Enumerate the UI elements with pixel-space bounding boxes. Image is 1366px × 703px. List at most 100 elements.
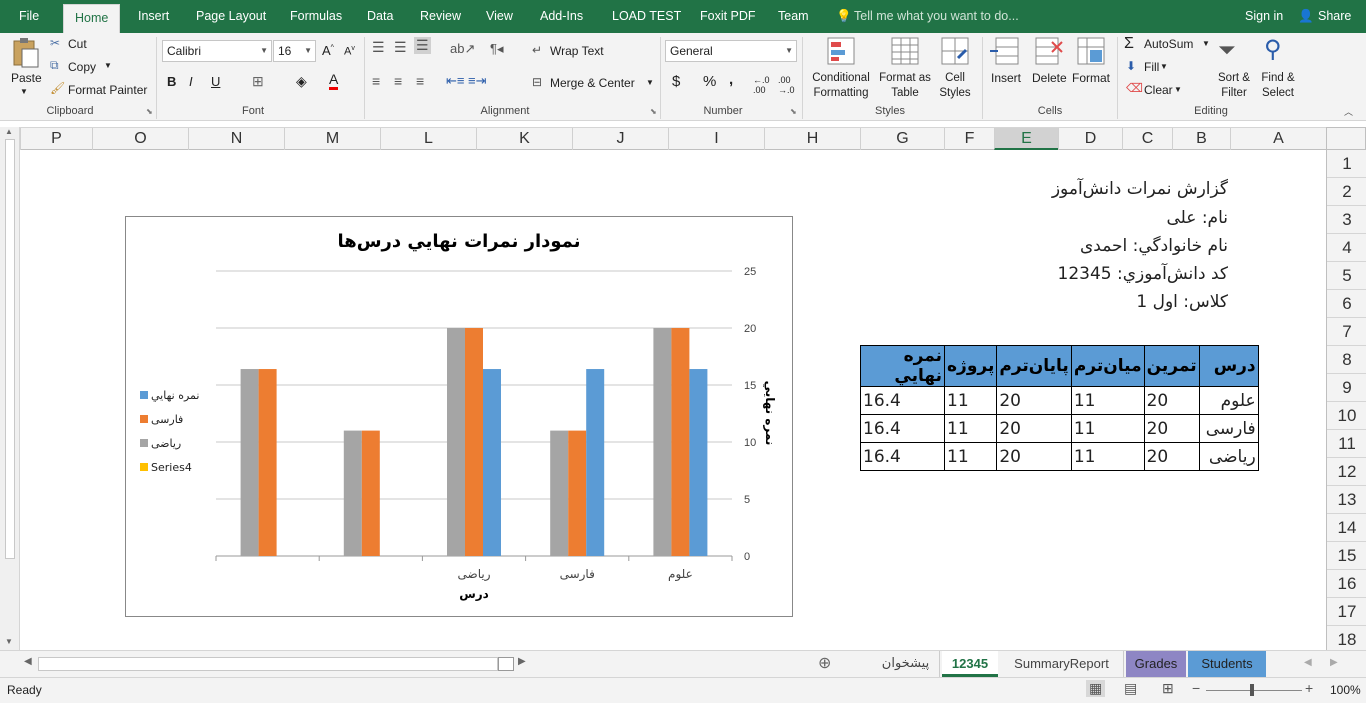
tab-file[interactable]: File xyxy=(19,0,39,33)
column-header[interactable]: G xyxy=(860,128,944,150)
row-header[interactable]: 17 xyxy=(1327,598,1366,626)
row-header[interactable]: 4 xyxy=(1327,234,1366,262)
zoom-slider[interactable] xyxy=(1206,690,1302,691)
table-cell[interactable]: 11 xyxy=(1070,386,1145,415)
dialog-launcher-icon[interactable]: ⬊ xyxy=(650,107,657,116)
merge-center-button[interactable]: Merge & Center xyxy=(550,76,635,90)
table-header-cell[interactable]: تمرين xyxy=(1143,345,1200,387)
select-all-corner[interactable] xyxy=(1326,127,1366,150)
zoom-level[interactable]: 100% xyxy=(1330,683,1361,697)
percent-button[interactable]: % xyxy=(703,73,716,90)
conditional-formatting-button[interactable]: Conditional Formatting xyxy=(808,71,874,101)
tab-load-test[interactable]: LOAD TEST xyxy=(612,0,681,33)
row-header[interactable]: 6 xyxy=(1327,290,1366,318)
table-cell[interactable]: 11 xyxy=(943,442,998,471)
student-code[interactable]: كد دانش‌آموزي: 12345 xyxy=(1058,264,1228,284)
underline-button[interactable]: U xyxy=(211,74,220,89)
column-header[interactable]: N xyxy=(188,128,284,150)
autosum-button[interactable]: AutoSum xyxy=(1144,37,1193,51)
copy-button[interactable]: Copy xyxy=(68,60,96,74)
table-cell[interactable]: فارسی xyxy=(1198,414,1259,443)
decrease-font-icon[interactable]: Av xyxy=(344,45,355,58)
tab-formulas[interactable]: Formulas xyxy=(290,0,342,33)
column-header[interactable]: J xyxy=(572,128,668,150)
table-header-cell[interactable]: درس xyxy=(1198,345,1259,387)
normal-view-icon[interactable]: ▦ xyxy=(1086,680,1106,697)
scroll-left-icon[interactable]: ◀ xyxy=(24,656,32,667)
row-header[interactable]: 8 xyxy=(1327,346,1366,374)
scroll-thumb[interactable] xyxy=(498,657,514,671)
sign-in-link[interactable]: Sign in xyxy=(1245,0,1283,33)
tab-scroll-right-icon[interactable]: ▶ xyxy=(1330,657,1338,668)
chevron-down-icon[interactable]: ▼ xyxy=(646,78,654,87)
tab-add-ins[interactable]: Add-Ins xyxy=(540,0,583,33)
table-header-cell[interactable]: پروژه xyxy=(943,345,998,387)
chevron-down-icon[interactable]: ▼ xyxy=(104,61,112,70)
collapse-ribbon-icon[interactable]: ︿ xyxy=(1344,105,1353,118)
tab-page-layout[interactable]: Page Layout xyxy=(196,0,266,33)
table-header-cell[interactable]: پايان‌ترم xyxy=(996,345,1072,387)
font-size-select[interactable]: 16 ▼ xyxy=(273,40,316,62)
delete-button[interactable]: Delete xyxy=(1032,71,1067,85)
format-button[interactable]: Format xyxy=(1072,71,1110,85)
share-button[interactable]: Share xyxy=(1318,0,1351,33)
clear-button[interactable]: Clear xyxy=(1144,83,1173,97)
format-painter-button[interactable]: Format Painter xyxy=(68,83,147,97)
row-header[interactable]: 7 xyxy=(1327,318,1366,346)
column-header[interactable]: K xyxy=(476,128,572,150)
table-cell[interactable]: 20 xyxy=(996,442,1072,471)
italic-button[interactable]: I xyxy=(189,74,193,89)
tab-foxit-pdf[interactable]: Foxit PDF xyxy=(700,0,756,33)
row-header[interactable]: 11 xyxy=(1327,430,1366,458)
column-header[interactable]: F xyxy=(944,128,994,150)
font-color-icon[interactable]: A xyxy=(329,71,339,90)
table-cell[interactable]: 11 xyxy=(1070,414,1145,443)
bold-button[interactable]: B xyxy=(167,74,176,89)
row-header[interactable]: 1 xyxy=(1327,150,1366,178)
zoom-out-icon[interactable]: − xyxy=(1192,680,1200,696)
increase-indent-icon[interactable]: ≡⇥ xyxy=(468,73,486,89)
cell-styles-button[interactable]: Cell Styles xyxy=(932,71,978,101)
scroll-up-icon[interactable]: ▲ xyxy=(5,127,13,136)
column-header[interactable]: O xyxy=(92,128,188,150)
increase-decimal-icon[interactable]: ←.0.00 xyxy=(753,75,770,95)
table-cell[interactable]: علوم xyxy=(1198,386,1259,415)
scroll-down-icon[interactable]: ▼ xyxy=(5,637,13,646)
vertical-scrollbar[interactable]: ▲ ▼ xyxy=(0,127,20,650)
grades-chart[interactable]: نمودار نمرات نهايي درس‌ها 0 5 10 15 20 25 علوم ف… xyxy=(125,216,793,617)
table-cell[interactable]: 20 xyxy=(1143,442,1200,471)
decrease-decimal-icon[interactable]: .00 →.0 xyxy=(778,75,795,95)
table-cell[interactable]: 20 xyxy=(1143,386,1200,415)
table-cell[interactable]: 16.4 xyxy=(860,414,945,443)
cut-button[interactable]: Cut xyxy=(68,37,87,51)
align-center-icon[interactable]: ≡ xyxy=(394,73,402,89)
currency-button[interactable]: $ xyxy=(672,73,680,90)
borders-icon[interactable]: ⊞ xyxy=(252,73,264,90)
table-cell[interactable]: رياضی xyxy=(1198,442,1259,471)
column-header-selected[interactable]: E xyxy=(994,128,1058,150)
add-sheet-icon[interactable]: ⊕ xyxy=(818,653,831,673)
find-select-button[interactable]: Find & Select xyxy=(1256,71,1300,101)
align-right-icon[interactable]: ≡ xyxy=(416,73,424,89)
sheet-tab[interactable]: Students xyxy=(1188,651,1266,677)
column-header[interactable]: M xyxy=(284,128,380,150)
column-header[interactable]: P xyxy=(20,128,92,150)
tell-me-box[interactable]: Tell me what you want to do... xyxy=(854,0,1019,33)
row-header[interactable]: 12 xyxy=(1327,458,1366,486)
align-left-icon[interactable]: ≡ xyxy=(372,73,380,89)
dialog-launcher-icon[interactable]: ⬊ xyxy=(146,107,153,116)
decrease-indent-icon[interactable]: ⇤≡ xyxy=(446,73,464,89)
tab-insert[interactable]: Insert xyxy=(138,0,169,33)
page-layout-view-icon[interactable]: ▤ xyxy=(1124,680,1137,697)
tab-team[interactable]: Team xyxy=(778,0,809,33)
student-class[interactable]: كلاس: اول 1 xyxy=(1136,292,1228,312)
row-header[interactable]: 2 xyxy=(1327,178,1366,206)
table-cell[interactable]: 11 xyxy=(943,386,998,415)
align-middle-icon[interactable]: ☰ xyxy=(394,39,407,56)
fill-button[interactable]: Fill xyxy=(1144,60,1159,74)
student-family[interactable]: نام خانوادگي: احمدی xyxy=(1080,236,1228,256)
wrap-text-button[interactable]: Wrap Text xyxy=(550,44,604,58)
table-cell[interactable]: 11 xyxy=(1070,442,1145,471)
sheet-tab[interactable]: Grades xyxy=(1126,651,1186,677)
paste-icon[interactable] xyxy=(10,37,40,69)
